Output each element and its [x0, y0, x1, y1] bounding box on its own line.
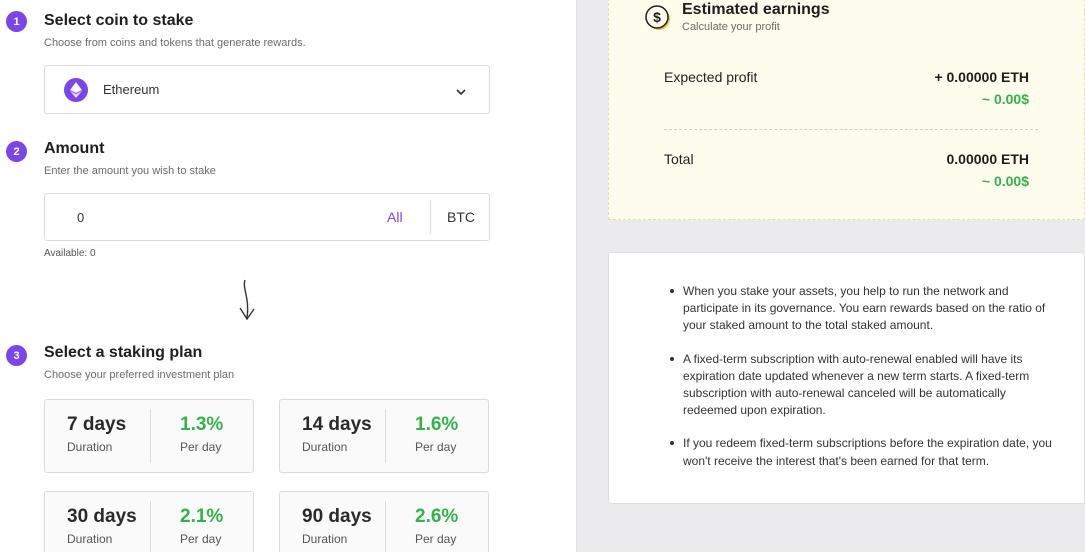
step-subtitle-amount: Enter the amount you wish to stake [44, 165, 216, 177]
amount-input[interactable]: 0 [77, 210, 84, 225]
plan-duration-label: Duration [67, 440, 113, 454]
plan-divider [385, 501, 386, 552]
plan-rate-label: Per day [180, 532, 222, 546]
coin-select-value: Ethereum [103, 82, 160, 97]
earnings-divider [664, 129, 1038, 130]
plan-duration: 30 days [67, 506, 137, 527]
ethereum-icon [64, 77, 88, 102]
plan-card-7-days[interactable]: 7 days Duration 1.3% Per day [44, 399, 254, 473]
plan-rate-label: Per day [415, 532, 457, 546]
plan-duration: 14 days [302, 414, 372, 435]
expected-profit-usd: ~ 0.00$ [981, 91, 1029, 107]
amount-field: 0 All BTC [44, 193, 490, 241]
total-value: 0.00000 ETH [946, 151, 1030, 167]
plan-card-14-days[interactable]: 14 days Duration 1.6% Per day [279, 399, 489, 473]
all-amount-button[interactable]: All [387, 209, 403, 225]
svg-text:$: $ [653, 9, 661, 25]
coin-select-dropdown[interactable]: Ethereum [44, 65, 490, 114]
step-title-amount: Amount [44, 140, 105, 157]
step-subtitle-staking-plan: Choose your preferred investment plan [44, 369, 235, 381]
plan-card-30-days[interactable]: 30 days Duration 2.1% Per day [44, 491, 254, 552]
plan-rate: 1.3% [180, 414, 224, 435]
plan-rate-label: Per day [180, 440, 222, 454]
plan-card-90-days[interactable]: 90 days Duration 2.6% Per day [279, 491, 489, 552]
arrow-down-icon [236, 278, 258, 329]
amount-divider [430, 201, 431, 234]
plan-duration-label: Duration [302, 532, 348, 546]
amount-currency: BTC [447, 209, 475, 225]
total-label: Total [664, 151, 694, 167]
step-number-1: 1 [6, 11, 27, 32]
available-balance: Available: 0 [44, 248, 96, 259]
staking-info-list: When you stake your assets, you help to … [670, 283, 1055, 486]
plan-duration: 7 days [67, 414, 127, 435]
expected-profit-label: Expected profit [664, 69, 758, 85]
plan-duration-label: Duration [302, 440, 348, 454]
plan-divider [150, 409, 151, 463]
plan-divider [385, 409, 386, 463]
plan-duration-label: Duration [67, 532, 113, 546]
step-number-3: 3 [6, 345, 27, 366]
info-item: A fixed-term subscription with auto-rene… [670, 351, 1055, 420]
step-subtitle-select-coin: Choose from coins and tokens that genera… [44, 37, 306, 49]
step-number-2: 2 [6, 141, 27, 162]
expected-profit-value: + 0.00000 ETH [934, 69, 1029, 85]
info-item: If you redeem fixed-term subscriptions b… [670, 435, 1055, 469]
plan-rate-label: Per day [415, 440, 457, 454]
info-item: When you stake your assets, you help to … [670, 283, 1055, 335]
plan-rate: 2.1% [180, 506, 224, 527]
earnings-title: Estimated earnings [682, 1, 830, 18]
step-title-select-coin: Select coin to stake [44, 12, 194, 29]
plan-duration: 90 days [302, 506, 372, 527]
plan-divider [150, 501, 151, 552]
step-title-staking-plan: Select a staking plan [44, 344, 203, 361]
earnings-subtitle: Calculate your profit [682, 21, 780, 33]
dollar-coin-icon: $ [645, 5, 671, 36]
plan-rate: 2.6% [415, 506, 459, 527]
total-usd: ~ 0.00$ [981, 173, 1029, 189]
plan-rate: 1.6% [415, 414, 459, 435]
chevron-down-icon [455, 84, 467, 102]
